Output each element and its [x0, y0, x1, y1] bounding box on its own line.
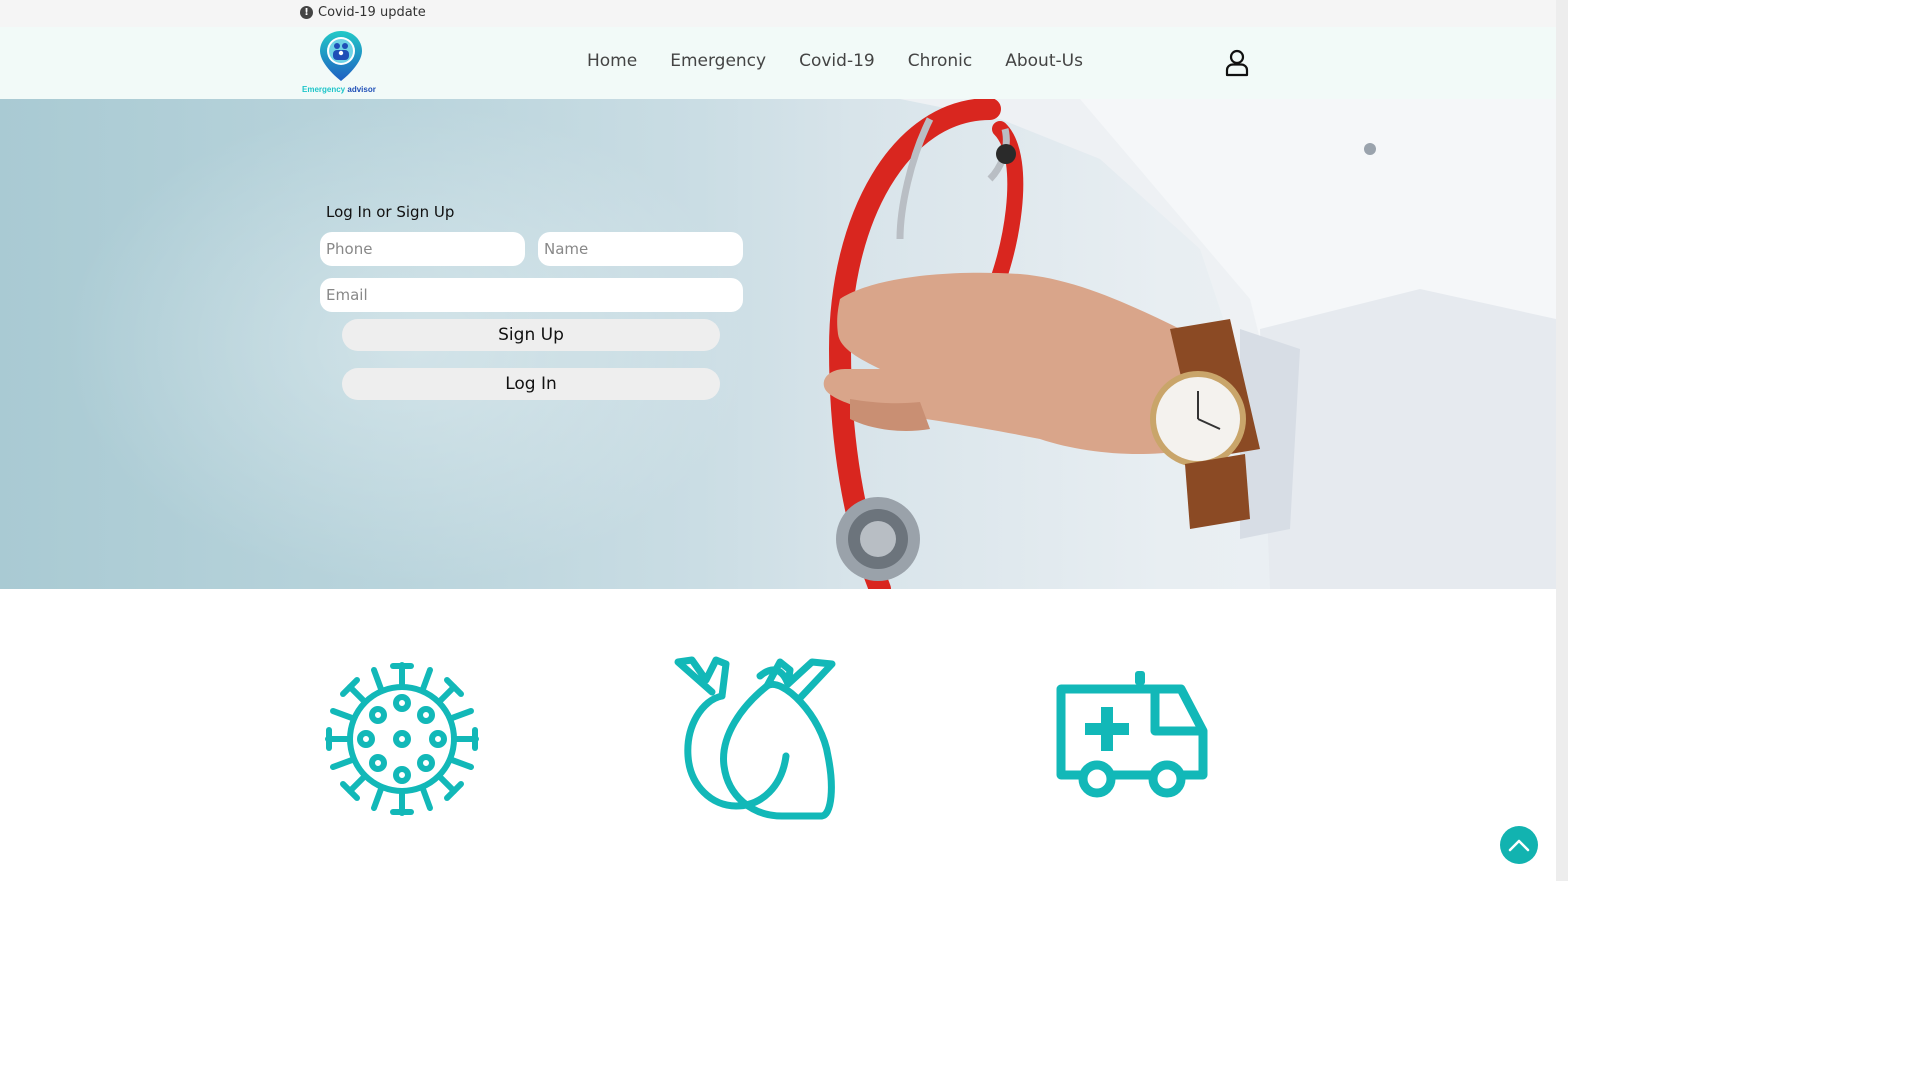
covid-feature-card[interactable] — [325, 662, 479, 820]
email-input[interactable] — [320, 278, 743, 312]
nav-covid-19[interactable]: Covid-19 — [799, 51, 875, 71]
alert-icon: ! — [300, 6, 313, 19]
form-title: Log In or Sign Up — [326, 203, 455, 221]
doctor-image — [823, 99, 1556, 589]
nav-emergency[interactable]: Emergency — [670, 51, 766, 71]
scroll-to-top-button[interactable] — [1500, 826, 1538, 864]
phone-input[interactable] — [320, 232, 525, 266]
user-account-button[interactable] — [1224, 49, 1250, 77]
name-input[interactable] — [538, 232, 743, 266]
main-nav: Home Emergency Covid-19 Chronic About-Us — [587, 51, 1116, 71]
chronic-feature-card[interactable] — [672, 656, 838, 826]
nav-about-us[interactable]: About-Us — [1005, 51, 1083, 71]
hero-banner: Log In or Sign Up Sign Up Log In — [0, 99, 1556, 589]
sign-up-button[interactable]: Sign Up — [342, 319, 720, 351]
navbar: Emergency advisor Home Emergency Covid-1… — [0, 27, 1556, 99]
heart-organ-icon — [674, 656, 836, 820]
covid-update-text: Covid-19 update — [318, 5, 426, 20]
feature-icons-section — [0, 589, 1556, 881]
nav-chronic[interactable]: Chronic — [908, 51, 973, 71]
location-pin-family-icon — [320, 31, 362, 81]
site-logo[interactable]: Emergency advisor — [300, 29, 384, 97]
user-icon — [1225, 49, 1249, 77]
logo-text: Emergency advisor — [302, 85, 376, 94]
chevron-up-icon — [1508, 839, 1530, 852]
top-alert-bar: ! Covid-19 update — [0, 0, 1556, 27]
virus-icon — [325, 662, 479, 816]
emergency-feature-card[interactable] — [1055, 671, 1209, 807]
covid-update-link[interactable]: ! Covid-19 update — [300, 5, 426, 20]
page-scrollbar[interactable] — [1556, 0, 1568, 881]
nav-home[interactable]: Home — [587, 51, 637, 71]
log-in-button[interactable]: Log In — [342, 368, 720, 400]
ambulance-icon — [1056, 671, 1208, 798]
